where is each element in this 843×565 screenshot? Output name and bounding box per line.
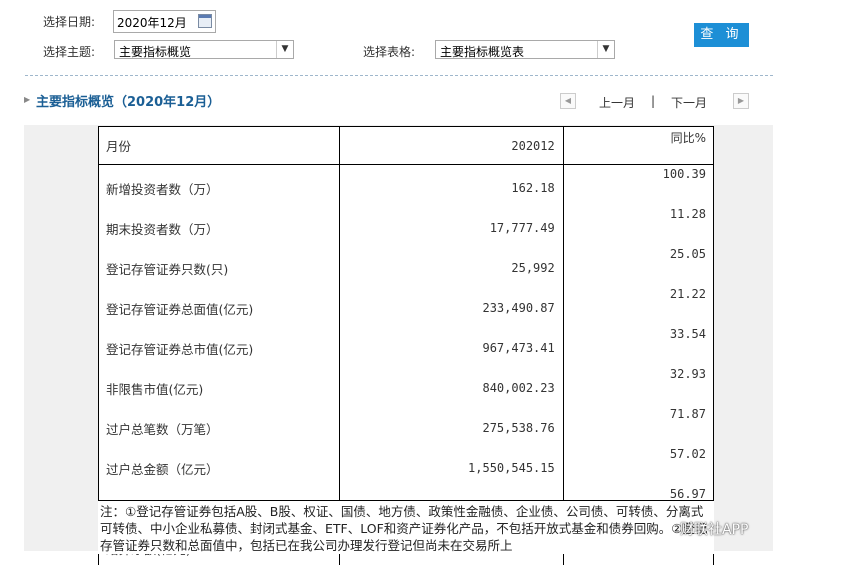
row-value: 233,490.87 (338, 285, 564, 325)
table-label: 选择表格: (363, 45, 416, 59)
header-yoy: 同比% (562, 126, 715, 165)
row-label: 过户总金额（亿元） (98, 445, 340, 485)
table-row: 登记存管证券总市值(亿元) 967,473.41 33.54 (98, 325, 715, 365)
chevron-down-icon[interactable]: ▼ (276, 41, 293, 58)
table-row: 过户总笔数（万笔） 275,538.76 71.87 (98, 405, 715, 445)
row-value: 25,992 (338, 245, 564, 285)
row-value: 17,777.49 (338, 205, 564, 245)
calendar-icon[interactable] (198, 14, 212, 28)
row-value: 162.18 (338, 164, 564, 205)
nav-separator: | (651, 94, 656, 108)
header-month: 月份 (98, 126, 340, 165)
table-footnote: 注：①登记存管证券包括A股、B股、权证、国债、地方债、政策性金融债、企业债、公司… (98, 500, 714, 554)
row-value: 275,538.76 (338, 405, 564, 445)
prev-month-arrow-icon[interactable]: ◀ (560, 93, 576, 109)
section-title: 主要指标概览（2020年12月） (36, 95, 221, 110)
table-header-row: 月份 202012 同比% (98, 126, 715, 165)
table-row: 登记存管证券只数(只) 25,992 25.05 (98, 245, 715, 285)
topic-value: 主要指标概览 (119, 45, 192, 59)
header-period: 202012 (338, 126, 564, 165)
next-month-link[interactable]: 下一月 (671, 94, 707, 111)
topic-select[interactable]: 主要指标概览 ▼ (114, 40, 294, 59)
table-value: 主要指标概览表 (440, 45, 525, 59)
row-yoy: 33.54 (562, 325, 715, 365)
divider (25, 75, 773, 76)
chevron-down-icon[interactable]: ▼ (597, 41, 614, 58)
row-label: 登记存管证券总市值(亿元) (98, 325, 340, 365)
row-value: 840,002.23 (338, 365, 564, 405)
topic-label: 选择主题: (43, 45, 96, 59)
row-yoy: 57.02 (562, 445, 715, 485)
table-row: 非限售市值(亿元) 840,002.23 32.93 (98, 365, 715, 405)
table-select[interactable]: 主要指标概览表 ▼ (435, 40, 615, 59)
table-row: 新增投资者数（万） 162.18 100.39 (98, 164, 715, 205)
date-label: 选择日期: (43, 15, 96, 29)
row-label: 过户总笔数（万笔） (98, 405, 340, 445)
row-value: 967,473.41 (338, 325, 564, 365)
row-label: 非限售市值(亿元) (98, 365, 340, 405)
prev-month-link[interactable]: 上一月 (599, 94, 635, 111)
date-value: 2020年12月 (117, 16, 187, 30)
row-yoy: 21.22 (562, 285, 715, 325)
row-yoy: 11.28 (562, 205, 715, 245)
row-label: 新增投资者数（万） (98, 164, 340, 205)
table-row: 登记存管证券总面值(亿元) 233,490.87 21.22 (98, 285, 715, 325)
table-row: 期末投资者数（万） 17,777.49 11.28 (98, 205, 715, 245)
row-label: 期末投资者数（万） (98, 205, 340, 245)
row-yoy: 71.87 (562, 405, 715, 445)
watermark: 财联社APP (680, 522, 749, 538)
row-label: 登记存管证券总面值(亿元) (98, 285, 340, 325)
query-button[interactable]: 查 询 (694, 23, 749, 47)
row-value: 1,550,545.15 (338, 445, 564, 485)
row-yoy: 32.93 (562, 365, 715, 405)
table-row: 过户总金额（亿元） 1,550,545.15 57.02 (98, 445, 715, 485)
row-yoy: 100.39 (562, 164, 715, 205)
date-picker[interactable]: 2020年12月 (113, 10, 216, 33)
next-month-arrow-icon[interactable]: ▶ (733, 93, 749, 109)
row-yoy: 25.05 (562, 245, 715, 285)
row-label: 登记存管证券只数(只) (98, 245, 340, 285)
triangle-right-icon: ▶ (24, 95, 31, 104)
